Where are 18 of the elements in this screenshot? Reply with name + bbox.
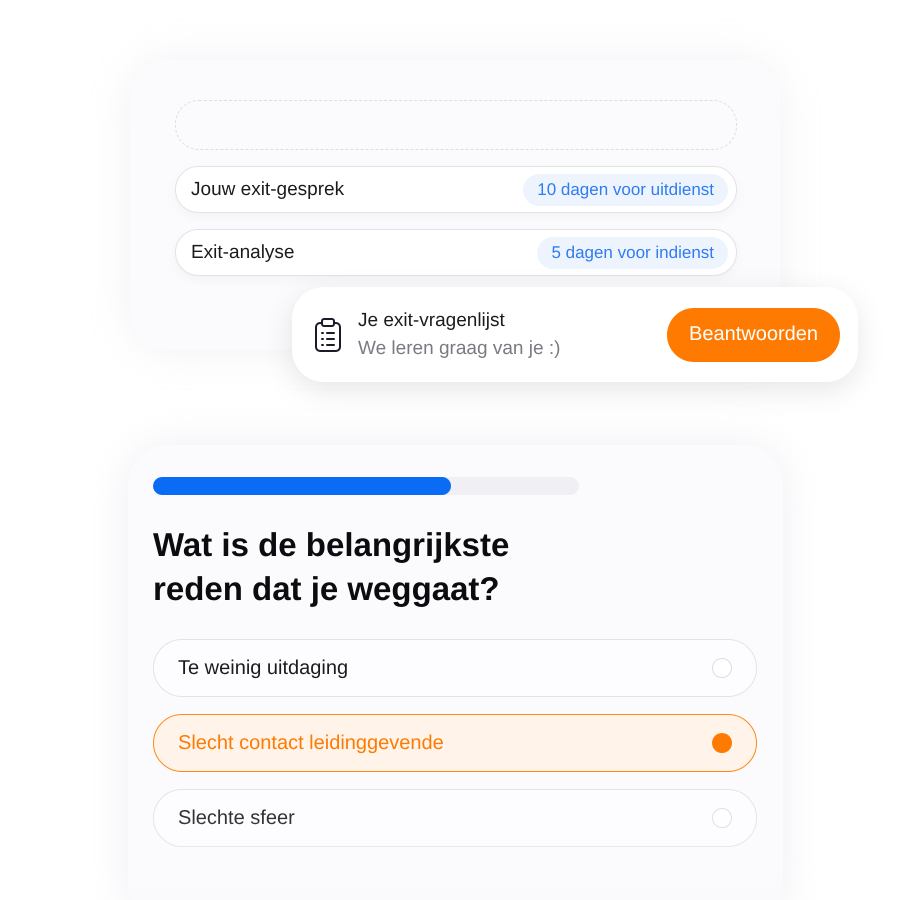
option-label: Slechte sfeer xyxy=(178,806,295,830)
answer-option[interactable]: Te weinig uitdaging xyxy=(153,639,757,697)
answer-option[interactable]: Slechte sfeer xyxy=(153,789,757,847)
option-label: Slecht contact leidinggevende xyxy=(178,732,444,754)
radio-button[interactable] xyxy=(712,808,732,828)
radio-button[interactable] xyxy=(712,658,732,678)
notification-title: Je exit-vragenlijst xyxy=(358,310,506,332)
row-label: Jouw exit-gesprek xyxy=(191,178,344,200)
timing-badge: 10 dagen voor uitdienst xyxy=(523,174,728,206)
question-heading: Wat is de belangrijkste reden dat je weggaat? xyxy=(153,525,510,609)
clipboard-icon xyxy=(314,318,342,352)
notification-subtitle: We leren graag van je :) xyxy=(358,338,562,360)
option-label: Te weinig uitdaging xyxy=(178,656,348,680)
timeline-row[interactable]: Jouw exit-gesprek 10 dagen voor uitdienst xyxy=(175,166,737,213)
radio-button[interactable] xyxy=(712,733,732,753)
row-label: Exit-analyse xyxy=(191,242,294,264)
timeline-row[interactable]: Exit-analyse 5 dagen voor indienst xyxy=(175,229,737,276)
timing-badge: 5 dagen voor indienst xyxy=(537,236,728,268)
